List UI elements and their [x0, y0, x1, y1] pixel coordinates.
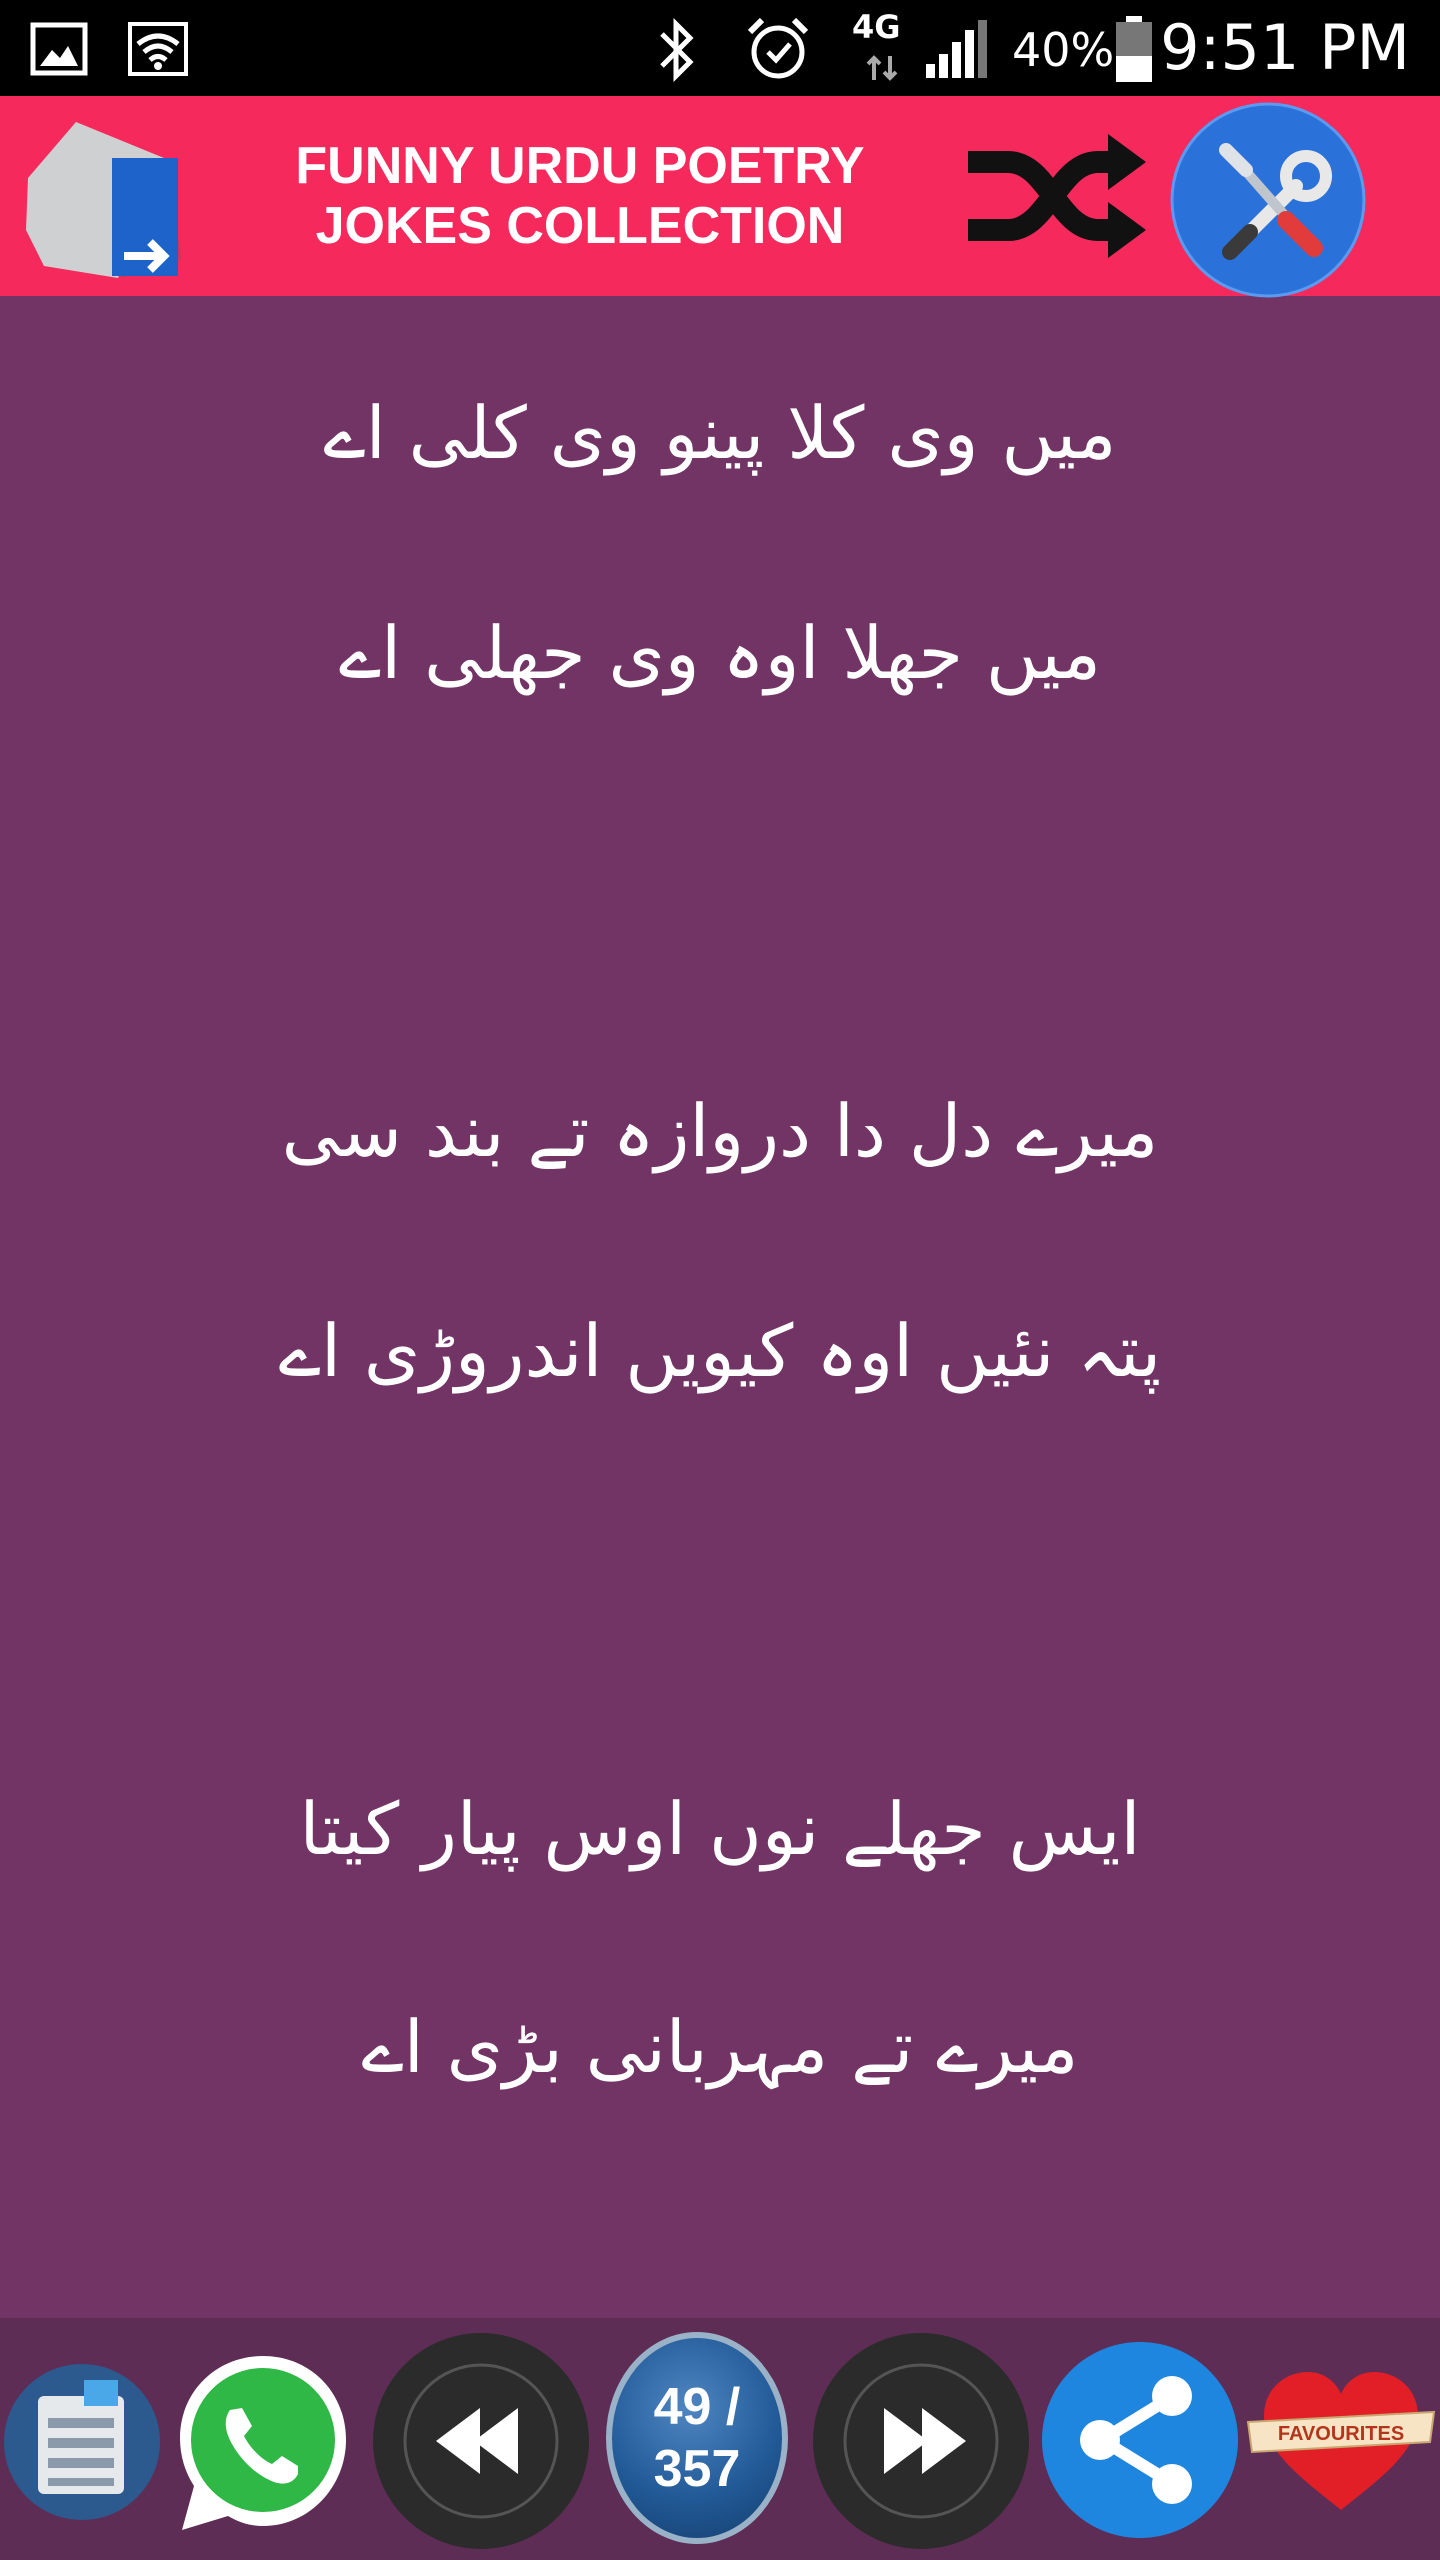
exit-icon[interactable]	[14, 110, 184, 282]
page-counter: 49 / 357	[606, 2332, 788, 2544]
app-header: FUNNY URDU POETRY JOKES COLLECTION	[0, 96, 1440, 298]
status-bar: 4G 40% 9:51 PM	[0, 0, 1440, 96]
app-title: FUNNY URDU POETRY JOKES COLLECTION	[230, 136, 930, 256]
whatsapp-icon[interactable]	[168, 2348, 358, 2538]
verse-line: میں وی کلا پینو وی کلی اے	[323, 391, 1117, 475]
bluetooth-icon	[660, 18, 694, 82]
next-icon[interactable]	[810, 2332, 1032, 2550]
clock-time: 9:51 PM	[1160, 11, 1410, 84]
shuffle-icon[interactable]	[958, 122, 1150, 270]
settings-tools-icon[interactable]	[1168, 102, 1368, 298]
share-icon[interactable]	[1040, 2340, 1240, 2540]
counter-total: 357	[653, 2440, 741, 2498]
verse-line: میرے تے مہربانی بڑی اے	[361, 2005, 1079, 2089]
counter-current: 49 /	[653, 2378, 741, 2436]
verse-line: میں جھلا اوہ وی جھلی اے	[338, 611, 1101, 695]
poem-content: میں وی کلا پینو وی کلی اے میں جھلا اوہ و…	[0, 296, 1440, 2318]
data-arrows-icon	[866, 55, 898, 81]
wifi-icon	[128, 22, 188, 76]
alarm-icon	[747, 17, 809, 79]
copy-clipboard-icon[interactable]	[2, 2362, 162, 2522]
app-title-line-2: JOKES COLLECTION	[315, 197, 845, 255]
previous-icon[interactable]	[370, 2332, 592, 2550]
gallery-icon	[30, 22, 88, 76]
favourites-label: FAVOURITES	[1278, 2423, 1404, 2445]
signal-icon	[926, 20, 987, 78]
verse-line: پتہ نئیں اوہ کیویں اندروڑی اے	[278, 1309, 1162, 1393]
verse-line: میرے دل دا دروازہ تے بند سی	[281, 1089, 1159, 1173]
favourites-heart-icon[interactable]: FAVOURITES	[1244, 2360, 1438, 2518]
battery-percent-label: 40%	[1012, 23, 1115, 77]
network-type-label: 4G	[852, 8, 901, 46]
verse-line: ایس جھلے نوں اوس پیار کیتا	[299, 1787, 1141, 1871]
battery-icon	[1116, 16, 1152, 82]
app-title-line-1: FUNNY URDU POETRY	[295, 137, 865, 195]
